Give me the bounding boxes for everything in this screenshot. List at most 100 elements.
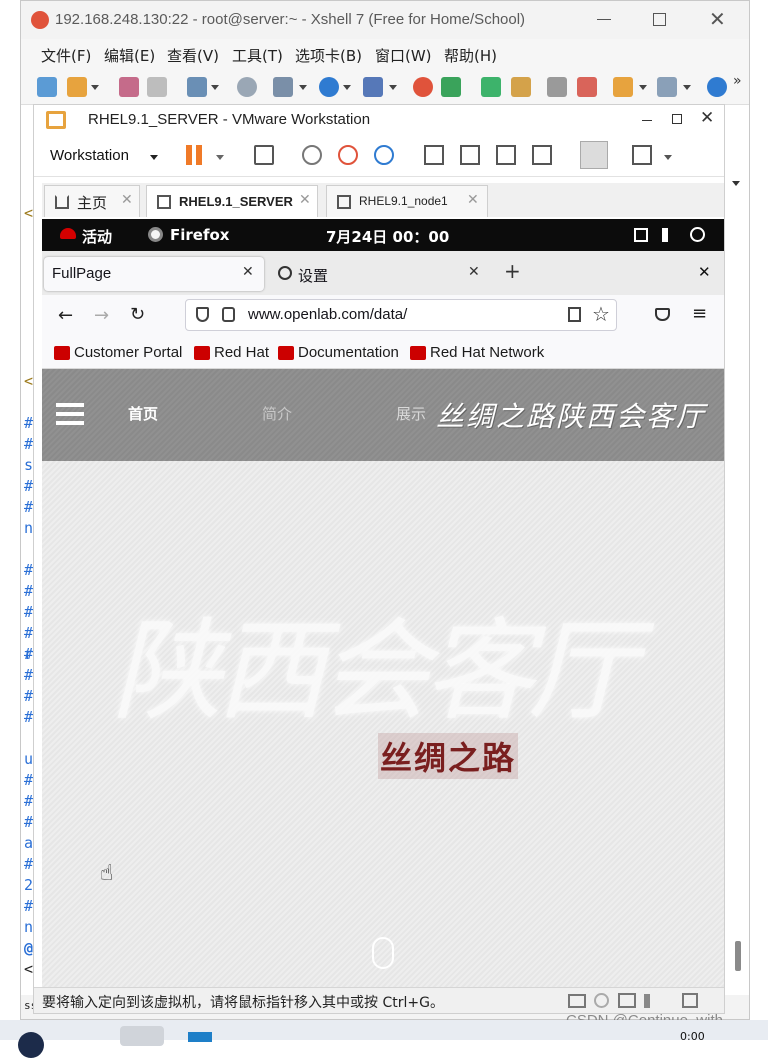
xshell-terminal-right[interactable] — [725, 105, 749, 995]
close-window-icon[interactable]: ✕ — [698, 263, 711, 281]
nav-intro[interactable]: 简介 — [262, 403, 292, 424]
transfer-icon[interactable] — [273, 77, 293, 97]
close-icon[interactable]: ✕ — [709, 7, 726, 31]
menu-tabs[interactable]: 选项卡(B) — [295, 45, 362, 66]
reload-icon[interactable]: ↻ — [130, 304, 145, 325]
url-bar[interactable]: www.openlab.com/data/ ☆ — [185, 299, 617, 331]
taskbar-app-icon[interactable] — [188, 1032, 212, 1042]
link-icon[interactable] — [119, 77, 139, 97]
bookmark-documentation[interactable]: Documentation — [298, 344, 399, 361]
properties-icon[interactable] — [187, 77, 207, 97]
chevron-down-icon[interactable] — [299, 85, 307, 90]
send-ctrl-alt-del-icon[interactable] — [254, 145, 274, 165]
new-session-icon[interactable] — [37, 77, 57, 97]
taskbar-clock[interactable]: 0:00 — [680, 1030, 705, 1043]
menu-window[interactable]: 窗口(W) — [375, 45, 432, 66]
bookmark-customer-portal[interactable]: Customer Portal — [74, 344, 182, 361]
menu-file[interactable]: 文件(F) — [41, 45, 91, 66]
close-icon[interactable]: ✕ — [121, 192, 133, 208]
snapshot-icon[interactable] — [302, 145, 322, 165]
overflow-icon[interactable]: » — [733, 73, 742, 89]
start-icon[interactable] — [18, 1032, 44, 1058]
vmware-title-bar[interactable]: RHEL9.1_SERVER - VMware Workstation ✕ — [34, 105, 724, 135]
close-icon[interactable]: ✕ — [468, 264, 480, 280]
close-icon[interactable]: ✕ — [467, 192, 479, 208]
fullscreen-icon[interactable] — [481, 77, 501, 97]
nav-home[interactable]: 首页 — [128, 403, 158, 424]
cd-icon[interactable] — [594, 993, 609, 1008]
network-adapter-icon[interactable] — [618, 993, 636, 1008]
url-text[interactable]: www.openlab.com/data/ — [248, 306, 407, 323]
tab-rhel-server[interactable]: RHEL9.1_SERVER ✕ — [146, 185, 318, 217]
menu-view[interactable]: 查看(V) — [167, 45, 219, 66]
globe-icon[interactable] — [319, 77, 339, 97]
console-view-icon[interactable] — [580, 141, 608, 169]
tab-rhel-node1[interactable]: RHEL9.1_node1 ✕ — [326, 185, 488, 217]
minimize-icon[interactable] — [642, 120, 652, 121]
pocket-icon[interactable] — [655, 308, 670, 321]
activities-button[interactable]: 活动 — [82, 226, 112, 247]
keyboard-icon[interactable] — [547, 77, 567, 97]
firefox-tab-fullpage[interactable]: FullPage ✕ — [44, 257, 264, 291]
highlight-icon[interactable] — [577, 77, 597, 97]
open-folder-icon[interactable] — [67, 77, 87, 97]
network-icon[interactable] — [634, 228, 648, 242]
bookmark-star-icon[interactable]: ☆ — [592, 302, 610, 326]
bookmark-red-hat[interactable]: Red Hat — [214, 344, 269, 361]
menu-tools[interactable]: 工具(T) — [232, 45, 283, 66]
chevron-down-icon[interactable] — [389, 85, 397, 90]
chevron-down-icon[interactable] — [732, 181, 740, 186]
search-icon[interactable] — [237, 77, 257, 97]
taskbar-app-icon[interactable] — [120, 1026, 164, 1046]
chevron-down-icon[interactable] — [150, 155, 158, 160]
power-icon[interactable] — [690, 227, 705, 242]
chevron-down-icon[interactable] — [683, 85, 691, 90]
xftp-icon[interactable] — [413, 77, 433, 97]
stretch-icon[interactable] — [632, 145, 652, 165]
chevron-down-icon[interactable] — [639, 85, 647, 90]
guest-screen[interactable]: 活动 Firefox 7月24日 00：00 FullPage ✕ 设置 ✕ +… — [42, 219, 724, 987]
fullscreen-icon[interactable] — [496, 145, 516, 165]
tab-home[interactable]: 主页 ✕ — [44, 185, 140, 217]
scrollbar-thumb[interactable] — [735, 941, 741, 971]
menu-icon[interactable]: ≡ — [692, 303, 707, 324]
maximize-icon[interactable] — [672, 114, 682, 124]
chevron-down-icon[interactable] — [216, 155, 224, 160]
chevron-down-icon[interactable] — [91, 85, 99, 90]
unlink-icon[interactable] — [147, 77, 167, 97]
chevron-down-icon[interactable] — [343, 85, 351, 90]
sound-icon[interactable] — [644, 994, 658, 1008]
clock[interactable]: 7月24日 00：00 — [326, 226, 449, 247]
compose-icon[interactable] — [613, 77, 633, 97]
xshell-title-bar[interactable]: 192.168.248.130:22 - root@server:~ - Xsh… — [21, 1, 749, 39]
new-tab-icon[interactable]: + — [504, 259, 521, 283]
thumbnail-icon[interactable] — [460, 145, 480, 165]
close-icon[interactable]: ✕ — [700, 108, 714, 128]
chevron-down-icon[interactable] — [664, 155, 672, 160]
back-icon[interactable]: ← — [58, 305, 73, 326]
layout-icon[interactable] — [657, 77, 677, 97]
revert-snapshot-icon[interactable] — [338, 145, 358, 165]
reader-view-icon[interactable] — [568, 307, 581, 322]
shield-icon[interactable] — [196, 307, 209, 322]
workstation-menu[interactable]: Workstation — [50, 147, 129, 164]
bookmark-red-hat-network[interactable]: Red Hat Network — [430, 344, 544, 361]
chevron-down-icon[interactable] — [211, 85, 219, 90]
font-icon[interactable] — [363, 77, 383, 97]
maximize-icon[interactable] — [653, 13, 666, 26]
help-icon[interactable] — [707, 77, 727, 97]
menu-edit[interactable]: 编辑(E) — [104, 45, 155, 66]
minimize-icon[interactable] — [597, 19, 611, 20]
snapshot-manager-icon[interactable] — [374, 145, 394, 165]
volume-icon[interactable] — [662, 228, 676, 242]
xshell-green-icon[interactable] — [441, 77, 461, 97]
close-icon[interactable]: ✕ — [242, 264, 254, 280]
menu-help[interactable]: 帮助(H) — [444, 45, 497, 66]
hdd-icon[interactable] — [568, 994, 586, 1008]
firefox-tab-settings[interactable]: 设置 ✕ — [270, 257, 484, 291]
unity-icon[interactable] — [532, 145, 552, 165]
message-icon[interactable] — [682, 993, 698, 1008]
forward-icon[interactable]: → — [94, 305, 109, 326]
sidebar-toggle-icon[interactable] — [424, 145, 444, 165]
insecure-lock-icon[interactable] — [222, 307, 235, 322]
